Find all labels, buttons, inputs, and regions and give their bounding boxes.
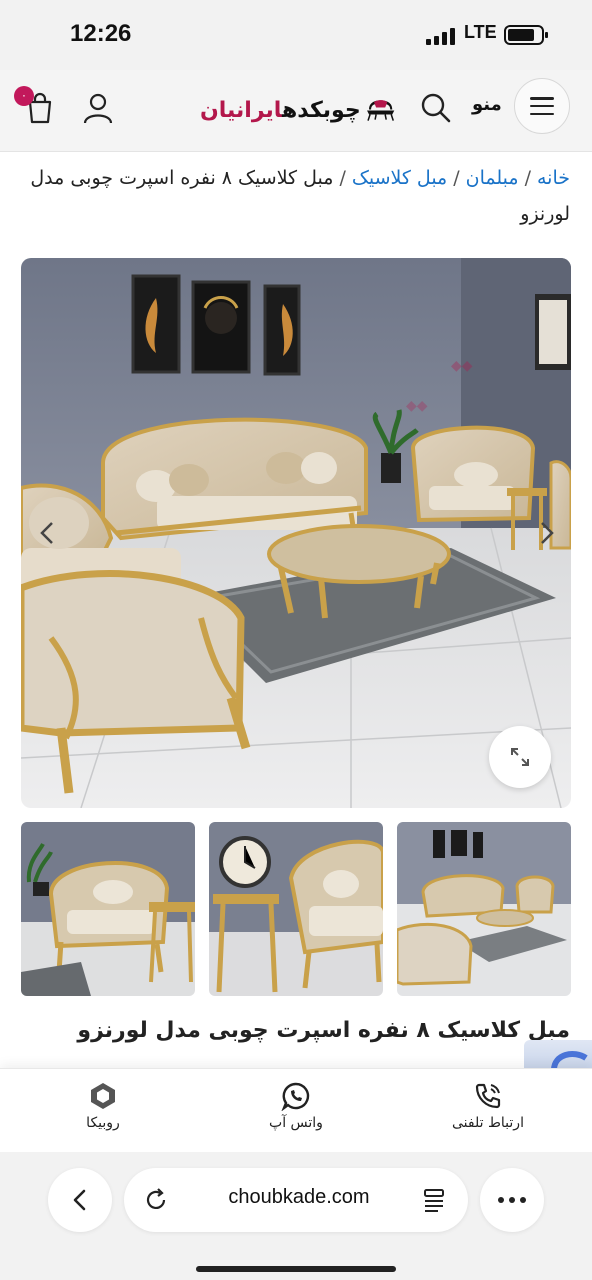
signal-icon bbox=[426, 27, 455, 45]
menu-label[interactable]: منو bbox=[472, 94, 502, 115]
url-text: choubkade.com bbox=[228, 1186, 370, 1208]
recaptcha-badge[interactable] bbox=[524, 1040, 592, 1070]
svg-text:◆◆: ◆◆ bbox=[451, 358, 473, 374]
reload-icon[interactable] bbox=[140, 1184, 172, 1216]
chair-logo-icon bbox=[366, 100, 394, 121]
whatsapp-label: واتس آپ bbox=[269, 1115, 323, 1131]
search-icon bbox=[421, 93, 451, 123]
more-dot bbox=[498, 1197, 504, 1203]
product-thumbnail[interactable] bbox=[397, 822, 571, 996]
whatsapp-icon bbox=[281, 1082, 310, 1112]
network-label: LTE bbox=[464, 22, 497, 42]
product-title: مبل کلاسیک ۸ نفره اسپرت چوبی مدل لورنزو bbox=[77, 1018, 570, 1043]
breadcrumb-link-classic-sofa[interactable]: مبل کلاسیک bbox=[352, 167, 447, 189]
product-thumbnail[interactable] bbox=[21, 822, 195, 996]
user-icon bbox=[83, 93, 113, 124]
rubika-label: روبیکا bbox=[86, 1115, 120, 1131]
gallery-prev-button[interactable] bbox=[30, 515, 66, 551]
more-dot bbox=[509, 1197, 515, 1203]
site-header: ۰ چوبکدهایرانیان منو bbox=[0, 70, 592, 152]
browser-back-button[interactable] bbox=[48, 1168, 112, 1232]
cart-count-badge: ۰ bbox=[14, 86, 34, 106]
status-bar: 12:26 LTE bbox=[0, 0, 592, 70]
product-thumbnail[interactable] bbox=[209, 822, 383, 996]
chevron-right-icon bbox=[541, 522, 554, 544]
site-logo[interactable]: چوبکدهایرانیان bbox=[200, 82, 396, 138]
browser-toolbar: choubkade.com bbox=[0, 1152, 592, 1280]
breadcrumb-link-furniture[interactable]: مبلمان bbox=[466, 167, 519, 189]
product-main-image[interactable]: ◆◆ ◆◆ bbox=[21, 258, 571, 808]
address-bar[interactable]: choubkade.com bbox=[124, 1168, 468, 1232]
cart-button[interactable]: ۰ bbox=[14, 86, 60, 128]
phone-icon bbox=[475, 1083, 501, 1109]
svg-text:◆◆: ◆◆ bbox=[406, 398, 428, 414]
expand-icon bbox=[511, 748, 529, 766]
battery-icon bbox=[504, 25, 548, 45]
hamburger-icon bbox=[530, 97, 554, 115]
recaptcha-icon bbox=[551, 1051, 588, 1070]
browser-more-button[interactable] bbox=[480, 1168, 544, 1232]
search-button[interactable] bbox=[418, 90, 454, 126]
reader-mode-icon[interactable] bbox=[420, 1186, 448, 1214]
gallery-next-button[interactable] bbox=[528, 515, 564, 551]
chevron-left-icon bbox=[73, 1189, 86, 1211]
home-indicator bbox=[196, 1266, 396, 1272]
phone-call-label: ارتباط تلفنی bbox=[452, 1115, 524, 1131]
status-time: 12:26 bbox=[70, 20, 132, 47]
breadcrumb-link-home[interactable]: خانه bbox=[537, 167, 570, 189]
chevron-left-icon bbox=[40, 522, 53, 544]
phone-call-button[interactable]: ارتباط تلفنی bbox=[418, 1081, 558, 1131]
expand-image-button[interactable] bbox=[489, 726, 551, 788]
rubika-icon bbox=[91, 1083, 115, 1109]
whatsapp-button[interactable]: واتس آپ bbox=[226, 1081, 366, 1131]
contact-bar: روبیکا واتس آپ ارتباط تلفنی bbox=[0, 1068, 592, 1152]
more-dot bbox=[520, 1197, 526, 1203]
account-button[interactable] bbox=[78, 88, 118, 128]
logo-text: چوبکدهایرانیان bbox=[200, 97, 361, 123]
rubika-button[interactable]: روبیکا bbox=[33, 1081, 173, 1131]
breadcrumb: خانه/مبلمان/مبل کلاسیک/مبل کلاسیک ۸ نفره… bbox=[30, 167, 570, 225]
menu-button[interactable] bbox=[514, 78, 570, 134]
